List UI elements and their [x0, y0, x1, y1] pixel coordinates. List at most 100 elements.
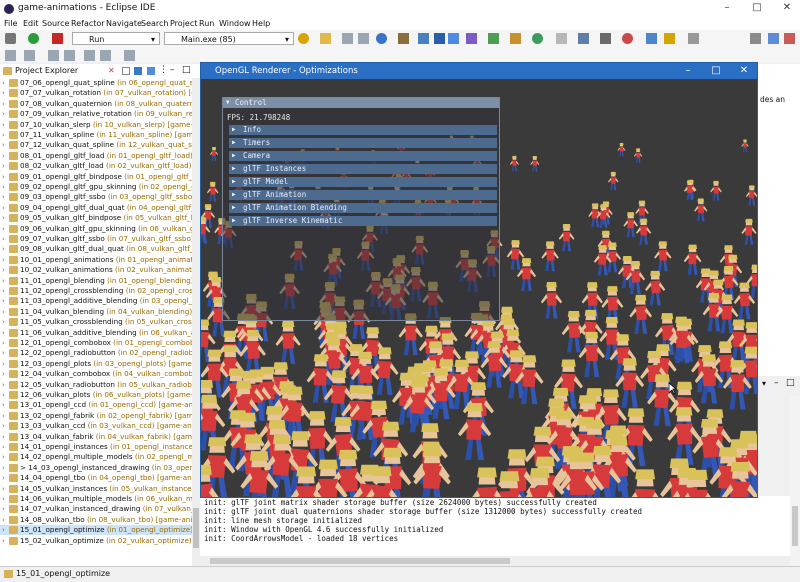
opengl-window[interactable]: OpenGL Renderer - Optimizations – □ ✕ ▼ …	[200, 62, 758, 498]
expand-arrow-icon[interactable]: ›	[2, 328, 7, 338]
tree-item[interactable]: ›09_05_vulkan_gltf_bindpose (in 05_vulka…	[0, 213, 192, 223]
expand-arrow-icon[interactable]: ›	[2, 213, 7, 223]
tree-item[interactable]: ›> 14_03_opengl_instanced_drawing (in 03…	[0, 463, 192, 473]
expand-arrow-icon[interactable]: ›	[2, 255, 7, 265]
tree-item[interactable]: ›07_11_vulkan_spline (in 11_vulkan_splin…	[0, 130, 192, 140]
expand-arrow-icon[interactable]: ›	[2, 525, 7, 535]
tree-item[interactable]: ›09_03_opengl_gltf_ssbo (in 03_opengl_gl…	[0, 192, 192, 202]
close-icon[interactable]: ✕	[780, 2, 794, 14]
expand-arrow-icon[interactable]: ›	[2, 348, 7, 358]
back-icon[interactable]	[48, 50, 59, 61]
expand-arrow-icon[interactable]: ›	[2, 99, 7, 109]
collapse-all-icon[interactable]	[122, 67, 130, 75]
expand-arrow-icon[interactable]: ›	[2, 140, 7, 150]
expand-arrow-icon[interactable]: ›	[2, 161, 7, 171]
expand-arrow-icon[interactable]: ›	[2, 286, 7, 296]
next-icon[interactable]	[100, 50, 111, 61]
expand-arrow-icon[interactable]: ›	[2, 224, 7, 234]
gear-icon[interactable]	[298, 33, 309, 44]
tree-item[interactable]: ›11_05_vulkan_crossblending (in 05_vulka…	[0, 317, 192, 327]
tree-item[interactable]: ›15_01_opengl_optimize (in 01_opengl_opt…	[0, 525, 192, 535]
expand-arrow-icon[interactable]: ›	[2, 380, 7, 390]
section-gltf-model[interactable]: ▶glTF Model	[229, 177, 497, 187]
debug-icon[interactable]	[376, 33, 387, 44]
expand-arrow-icon[interactable]: ›	[2, 109, 7, 119]
tree-item[interactable]: ›11_01_opengl_blending (in 01_opengl_ble…	[0, 276, 192, 286]
expand-arrow-icon[interactable]: ›	[2, 369, 7, 379]
breakpoint-icon[interactable]	[622, 33, 633, 44]
tree-item[interactable]: ›09_01_opengl_gltf_bindpose (in 01_openg…	[0, 172, 192, 182]
tree-item[interactable]: ›14_05_vulkan_instances (in 05_vulkan_in…	[0, 484, 192, 494]
pin-icon[interactable]	[556, 33, 567, 44]
tree-item[interactable]: ›14_02_opengl_multiple_models (in 02_ope…	[0, 452, 192, 462]
build-icon[interactable]	[5, 33, 16, 44]
expand-arrow-icon[interactable]: ›	[2, 473, 7, 483]
tree-item[interactable]: ›07_10_vulkan_slerp (in 10_vulkan_slerp)…	[0, 120, 192, 130]
section-timers[interactable]: ▶Timers	[229, 138, 497, 148]
expand-arrow-icon[interactable]: ›	[2, 172, 7, 182]
task-icon[interactable]	[510, 33, 521, 44]
minimize-icon[interactable]: –	[720, 2, 734, 14]
project-tree[interactable]: ›07_06_opengl_quat_spline (in 06_opengl_…	[0, 78, 192, 566]
close-icon[interactable]: ✕	[737, 65, 751, 77]
tree-item[interactable]: ›08_02_vulkan_gltf_load (in 02_vulkan_gl…	[0, 161, 192, 171]
menu-search[interactable]: Search	[141, 18, 168, 29]
run-mode-select[interactable]: Run ▾	[72, 32, 160, 45]
tree-item[interactable]: ›09_02_opengl_gltf_gpu_skinning (in 02_o…	[0, 182, 192, 192]
tree-item[interactable]: ›14_01_opengl_instances (in 01_opengl_in…	[0, 442, 192, 452]
filter-icon[interactable]	[600, 33, 611, 44]
launch-config-select[interactable]: Main.exe (85) ▾	[164, 32, 294, 45]
tree-item[interactable]: ›12_06_vulkan_plots (in 06_vulkan_plots)…	[0, 390, 192, 400]
package-icon[interactable]	[488, 33, 499, 44]
tree-item[interactable]: ›07_08_vulkan_quaternion (in 08_vulkan_q…	[0, 99, 192, 109]
expand-arrow-icon[interactable]: ›	[2, 338, 7, 348]
menu-window[interactable]: Window	[219, 18, 251, 29]
expand-arrow-icon[interactable]: ›	[2, 120, 7, 130]
tree-item[interactable]: ›10_01_opengl_animations (in 01_opengl_a…	[0, 255, 192, 265]
expand-arrow-icon[interactable]: ›	[2, 192, 7, 202]
tree-item[interactable]: ›11_06_vulkan_additive_blending (in 06_v…	[0, 328, 192, 338]
console-horizontal-scrollbar[interactable]	[200, 556, 790, 566]
scrollbar-thumb[interactable]	[210, 558, 510, 564]
format-icon[interactable]	[5, 50, 16, 61]
expand-arrow-icon[interactable]: ›	[2, 452, 7, 462]
section-gltf-animation-blending[interactable]: ▶glTF Animation Blending	[229, 203, 497, 213]
save-all-icon[interactable]	[358, 33, 369, 44]
menu-help[interactable]: Help	[252, 18, 270, 29]
minimize-icon[interactable]: –	[681, 65, 695, 77]
magnify-icon[interactable]	[750, 33, 761, 44]
section-gltf-instances[interactable]: ▶glTF Instances	[229, 164, 497, 174]
expand-arrow-icon[interactable]: ›	[2, 151, 7, 161]
expand-arrow-icon[interactable]: ›	[2, 463, 7, 473]
menu-refactor[interactable]: Refactor	[71, 18, 105, 29]
expand-arrow-icon[interactable]: ›	[2, 515, 7, 525]
tree-item[interactable]: ›09_04_opengl_gltf_dual_quat (in 04_open…	[0, 203, 192, 213]
search-icon[interactable]	[418, 33, 429, 44]
wand-icon[interactable]	[664, 33, 675, 44]
dropdown-icon[interactable]	[688, 33, 699, 44]
expand-arrow-icon[interactable]: ›	[2, 244, 7, 254]
tree-item[interactable]: ›08_01_opengl_gltf_load (in 01_opengl_gl…	[0, 151, 192, 161]
maximize-icon[interactable]: □	[709, 65, 723, 77]
perspective-icon[interactable]	[646, 33, 657, 44]
new-folder-icon[interactable]	[320, 33, 331, 44]
expand-arrow-icon[interactable]: ›	[2, 296, 7, 306]
tree-item[interactable]: ›11_03_opengl_additive_blending (in 03_o…	[0, 296, 192, 306]
annotation-icon[interactable]	[24, 50, 35, 61]
monitor-icon[interactable]	[434, 33, 445, 44]
tree-item[interactable]: ›07_12_vulkan_quat_spline (in 12_vulkan_…	[0, 140, 192, 150]
expand-arrow-icon[interactable]: ›	[2, 494, 7, 504]
project-explorer-tab[interactable]: Project Explorer ✕ ⋮ – □	[0, 64, 200, 79]
expand-arrow-icon[interactable]: ›	[2, 276, 7, 286]
menu-run[interactable]: Run	[199, 18, 214, 29]
hammer-icon[interactable]	[398, 33, 409, 44]
expand-arrow-icon[interactable]: ›	[2, 421, 7, 431]
tree-item[interactable]: ›12_02_opengl_radiobutton (in 02_opengl_…	[0, 348, 192, 358]
tree-item[interactable]: ›12_01_opengl_combobox (in 01_opengl_com…	[0, 338, 192, 348]
menu-edit[interactable]: Edit	[23, 18, 39, 29]
opengl-title-bar[interactable]: OpenGL Renderer - Optimizations – □ ✕	[201, 63, 757, 79]
run-icon[interactable]	[28, 33, 39, 44]
maximize-view-icon[interactable]: □	[182, 65, 191, 75]
tree-item[interactable]: ›12_05_vulkan_radiobutton (in 05_vulkan_…	[0, 380, 192, 390]
console-output[interactable]: init: glTF joint matrix shader storage b…	[200, 496, 790, 556]
